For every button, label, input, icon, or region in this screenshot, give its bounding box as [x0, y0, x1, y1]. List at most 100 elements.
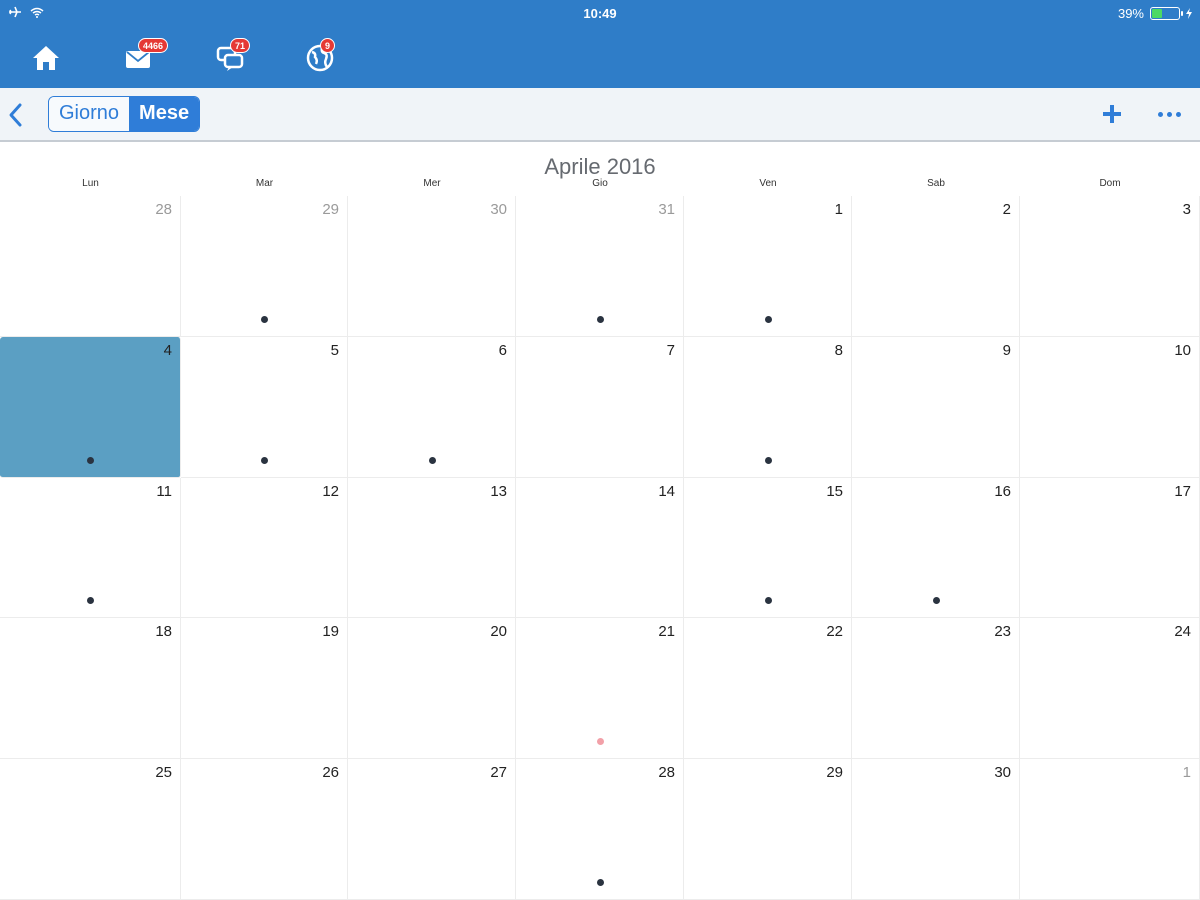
day-number: 24: [1174, 623, 1191, 641]
battery-fill: [1152, 9, 1163, 18]
day-cell[interactable]: 20: [348, 618, 516, 760]
day-number: 2: [1002, 201, 1011, 218]
chat-button[interactable]: 71: [208, 38, 252, 78]
day-cell[interactable]: 6: [348, 336, 516, 478]
charging-icon: [1186, 8, 1192, 19]
day-number: 28: [658, 764, 675, 782]
day-number: 3: [1182, 201, 1191, 218]
home-button[interactable]: [24, 38, 68, 78]
day-cell[interactable]: 1: [1020, 759, 1200, 900]
day-cell[interactable]: 17: [1020, 477, 1200, 619]
day-cell[interactable]: 26: [181, 759, 348, 900]
day-cell[interactable]: 16: [852, 477, 1020, 619]
plus-icon: [1103, 105, 1121, 123]
day-cell[interactable]: 30: [852, 759, 1020, 900]
day-number: 29: [322, 201, 339, 218]
day-number: 12: [322, 482, 339, 500]
event-dot: [87, 597, 94, 605]
day-number: 18: [155, 623, 172, 641]
status-time: 10:49: [583, 6, 617, 21]
status-right: 39%: [1118, 6, 1192, 21]
calendar-toolbar: Giorno Mese: [0, 88, 1200, 142]
day-number: 7: [666, 341, 675, 359]
mail-badge: 4466: [138, 38, 169, 53]
day-number: 26: [322, 764, 339, 782]
day-cell[interactable]: 22: [684, 618, 852, 760]
weekday-label: Mer: [423, 178, 441, 189]
weekday-label: Mar: [255, 178, 274, 189]
day-number: 13: [490, 482, 507, 500]
day-number: 11: [156, 482, 172, 500]
more-button[interactable]: [1158, 108, 1186, 120]
battery-icon: [1150, 7, 1183, 20]
day-number: 30: [994, 764, 1011, 782]
weekday-label: Ven: [759, 178, 777, 189]
status-bar: 10:49 39%: [0, 0, 1200, 28]
day-number: 22: [826, 623, 843, 641]
day-cell[interactable]: 30: [348, 196, 516, 337]
day-cell[interactable]: 19: [181, 618, 348, 760]
day-cell[interactable]: 14: [516, 477, 684, 619]
back-button[interactable]: [6, 102, 26, 128]
day-cell[interactable]: 9: [852, 336, 1020, 478]
day-cell[interactable]: 11: [0, 477, 181, 619]
day-cell[interactable]: 8: [684, 336, 852, 478]
day-cell[interactable]: 25: [0, 759, 181, 900]
weekday-label: Gio: [592, 178, 608, 189]
day-cell[interactable]: 29: [181, 196, 348, 337]
day-cell[interactable]: 10: [1020, 336, 1200, 478]
segment-mese[interactable]: Mese: [129, 97, 200, 131]
day-number: 19: [322, 623, 339, 641]
more-dot: [1176, 111, 1181, 117]
chat-badge: 71: [230, 38, 251, 53]
day-cell[interactable]: 24: [1020, 618, 1200, 760]
day-cell[interactable]: 27: [348, 759, 516, 900]
add-event-button[interactable]: [1100, 102, 1124, 126]
mail-button[interactable]: 4466: [116, 38, 169, 78]
day-number: 4: [163, 341, 172, 359]
day-number: 14: [658, 482, 675, 500]
day-cell[interactable]: 7: [516, 336, 684, 478]
day-cell[interactable]: 28: [0, 196, 181, 337]
day-number: 15: [826, 482, 843, 500]
day-cell[interactable]: 21: [516, 618, 684, 760]
event-dot: [764, 456, 772, 464]
world-button[interactable]: 9: [298, 38, 342, 78]
day-cell[interactable]: 29: [684, 759, 852, 900]
event-dot: [932, 597, 940, 605]
day-cell[interactable]: 5: [181, 336, 348, 478]
day-number: 28: [155, 201, 172, 218]
day-cell[interactable]: 4: [0, 336, 181, 478]
month-title: Aprile 2016: [544, 154, 656, 179]
event-dot: [428, 456, 436, 464]
day-number: 29: [826, 764, 843, 782]
month-grid: 28 29 30 31 1 2 3 4 5 6 7 8 9 10 11 12 13 14 15 16 17 18 19 20 2…: [0, 196, 1200, 900]
day-number: 5: [330, 341, 339, 359]
day-number: 21: [658, 623, 675, 641]
day-cell[interactable]: 13: [348, 477, 516, 619]
event-dot: [261, 315, 268, 323]
day-cell[interactable]: 3: [1020, 196, 1200, 337]
home-icon: [33, 46, 59, 70]
day-cell[interactable]: 1: [684, 196, 852, 337]
event-dot: [764, 597, 772, 605]
weekday-label: Dom: [1099, 178, 1121, 189]
day-cell[interactable]: 2: [852, 196, 1020, 337]
chevron-left-icon: [9, 103, 22, 127]
event-dot: [596, 315, 604, 323]
day-cell[interactable]: 12: [181, 477, 348, 619]
event-dot: [87, 456, 94, 464]
battery-tip: [1181, 11, 1183, 16]
day-cell[interactable]: 23: [852, 618, 1020, 760]
day-cell[interactable]: 28: [516, 759, 684, 900]
day-number: 31: [658, 201, 675, 218]
day-number: 20: [490, 623, 507, 641]
day-cell[interactable]: 18: [0, 618, 181, 760]
view-segmented-control: Giorno Mese: [48, 96, 201, 132]
event-dot: [764, 315, 772, 323]
more-dot: [1158, 111, 1163, 117]
day-cell[interactable]: 31: [516, 196, 684, 337]
day-number: 16: [994, 482, 1011, 500]
day-cell[interactable]: 15: [684, 477, 852, 619]
segment-giorno[interactable]: Giorno: [49, 97, 130, 131]
